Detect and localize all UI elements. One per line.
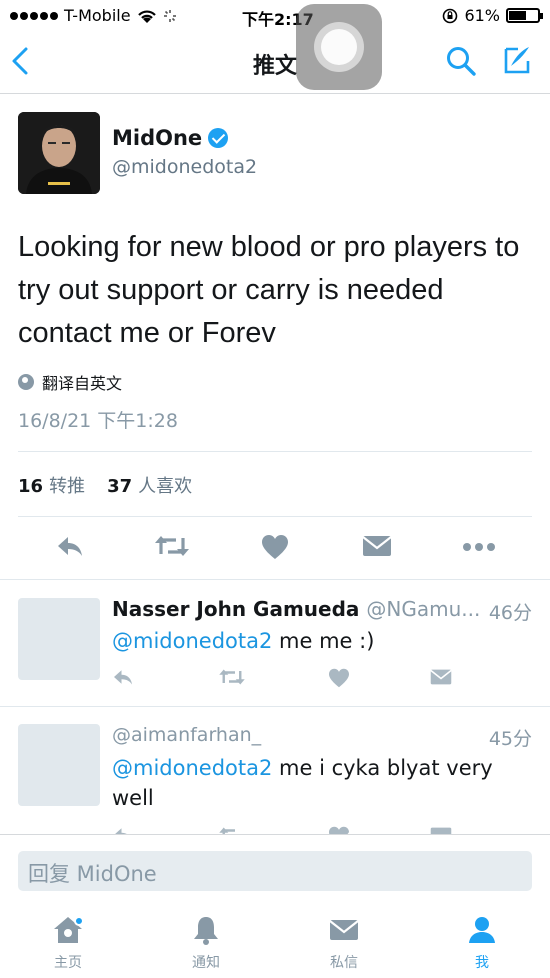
reply-mention[interactable]: @midonedota2 <box>112 629 272 653</box>
more-dots-icon[interactable] <box>462 542 496 552</box>
reply-author-name: Nasser John Gamueda <box>112 597 360 621</box>
divider <box>0 579 550 580</box>
like-count[interactable]: 37 <box>107 476 132 497</box>
verified-badge-icon <box>208 128 229 148</box>
globe-icon <box>18 374 34 390</box>
tab-me[interactable]: 我 <box>442 914 522 972</box>
retweet-icon[interactable] <box>218 826 246 834</box>
retweet-count[interactable]: 16 <box>18 476 43 497</box>
tweet-timestamp: 16/8/21 下午1:28 <box>18 410 178 432</box>
tab-notifications[interactable]: 通知 <box>166 914 246 972</box>
reply-composer: 回复 MidOne <box>0 834 550 904</box>
signal-dots-icon <box>10 11 58 20</box>
author-handle[interactable]: @midonedota2 <box>112 156 257 178</box>
reply-author-handle: @NGamu... <box>366 597 481 621</box>
translate-link[interactable]: 翻译自英文 <box>18 370 122 394</box>
tab-home-label: 主页 <box>54 955 82 971</box>
divider <box>18 516 532 517</box>
bell-icon <box>194 917 218 945</box>
battery-icon <box>506 8 543 23</box>
tab-messages[interactable]: 私信 <box>304 914 384 972</box>
reply-actions <box>0 826 550 834</box>
tweet-actions <box>0 530 550 566</box>
author-photo <box>18 112 100 194</box>
reply-icon[interactable] <box>56 534 84 558</box>
tweet-stats: 16 转推 37 人喜欢 <box>18 472 192 498</box>
reply-time: 45分 <box>488 728 532 750</box>
nav-bar: 推文 <box>0 32 550 94</box>
compose-tweet-icon[interactable] <box>500 44 534 78</box>
tab-bar: 主页 通知 私信 我 <box>0 904 550 978</box>
assistive-touch-button[interactable] <box>296 4 382 90</box>
reply-mention[interactable]: @midonedota2 <box>112 756 272 780</box>
like-heart-icon[interactable] <box>261 534 289 560</box>
carrier-label: T-Mobile <box>64 6 131 25</box>
like-count-label[interactable]: 人喜欢 <box>138 472 192 498</box>
reply-author[interactable]: Nasser John Gamueda @NGamu... <box>112 597 480 621</box>
reply-actions <box>0 668 550 692</box>
tab-me-label: 我 <box>475 955 489 971</box>
author-name[interactable]: MidOne <box>112 126 229 150</box>
status-left: T-Mobile <box>10 6 177 25</box>
reply-icon[interactable] <box>112 826 134 834</box>
retweet-icon[interactable] <box>218 668 246 686</box>
direct-message-icon[interactable] <box>430 668 452 686</box>
reply-input[interactable]: 回复 MidOne <box>18 851 532 891</box>
reply-time: 46分 <box>488 602 532 624</box>
direct-message-icon[interactable] <box>430 826 452 834</box>
reply-text: @midonedota2 me i cyka blyat very well <box>112 753 532 813</box>
new-content-dot <box>74 916 84 926</box>
envelope-icon <box>329 920 359 940</box>
reply-text: @midonedota2 me me :) <box>112 626 532 656</box>
tweet-text: Looking for new blood or pro players to … <box>18 231 520 349</box>
like-heart-icon[interactable] <box>328 668 350 688</box>
search-icon[interactable] <box>444 44 478 78</box>
retweet-count-label[interactable]: 转推 <box>49 472 85 498</box>
divider <box>0 706 550 707</box>
reply-icon[interactable] <box>112 668 134 686</box>
status-bar: T-Mobile 下午2:17 61% <box>0 0 550 32</box>
tab-messages-label: 私信 <box>330 955 358 971</box>
status-right: 61% <box>442 6 543 25</box>
translate-label: 翻译自英文 <box>42 374 123 393</box>
person-icon <box>469 917 495 943</box>
reply-author-handle[interactable]: @aimanfarhan_ <box>112 724 261 746</box>
tab-notifications-label: 通知 <box>192 955 220 971</box>
divider <box>18 451 532 452</box>
author-name-text: MidOne <box>112 126 203 150</box>
tab-home[interactable]: 主页 <box>28 914 108 972</box>
wifi-icon <box>137 10 156 23</box>
orientation-lock-icon <box>443 8 458 23</box>
reply-body: me me :) <box>272 629 375 653</box>
direct-message-icon[interactable] <box>362 534 392 558</box>
reply-avatar[interactable] <box>18 724 100 806</box>
retweet-icon[interactable] <box>154 534 190 558</box>
like-heart-icon[interactable] <box>328 826 350 834</box>
battery-percent: 61% <box>464 6 500 25</box>
activity-spinner-icon <box>163 9 176 22</box>
author-avatar[interactable] <box>18 112 100 194</box>
